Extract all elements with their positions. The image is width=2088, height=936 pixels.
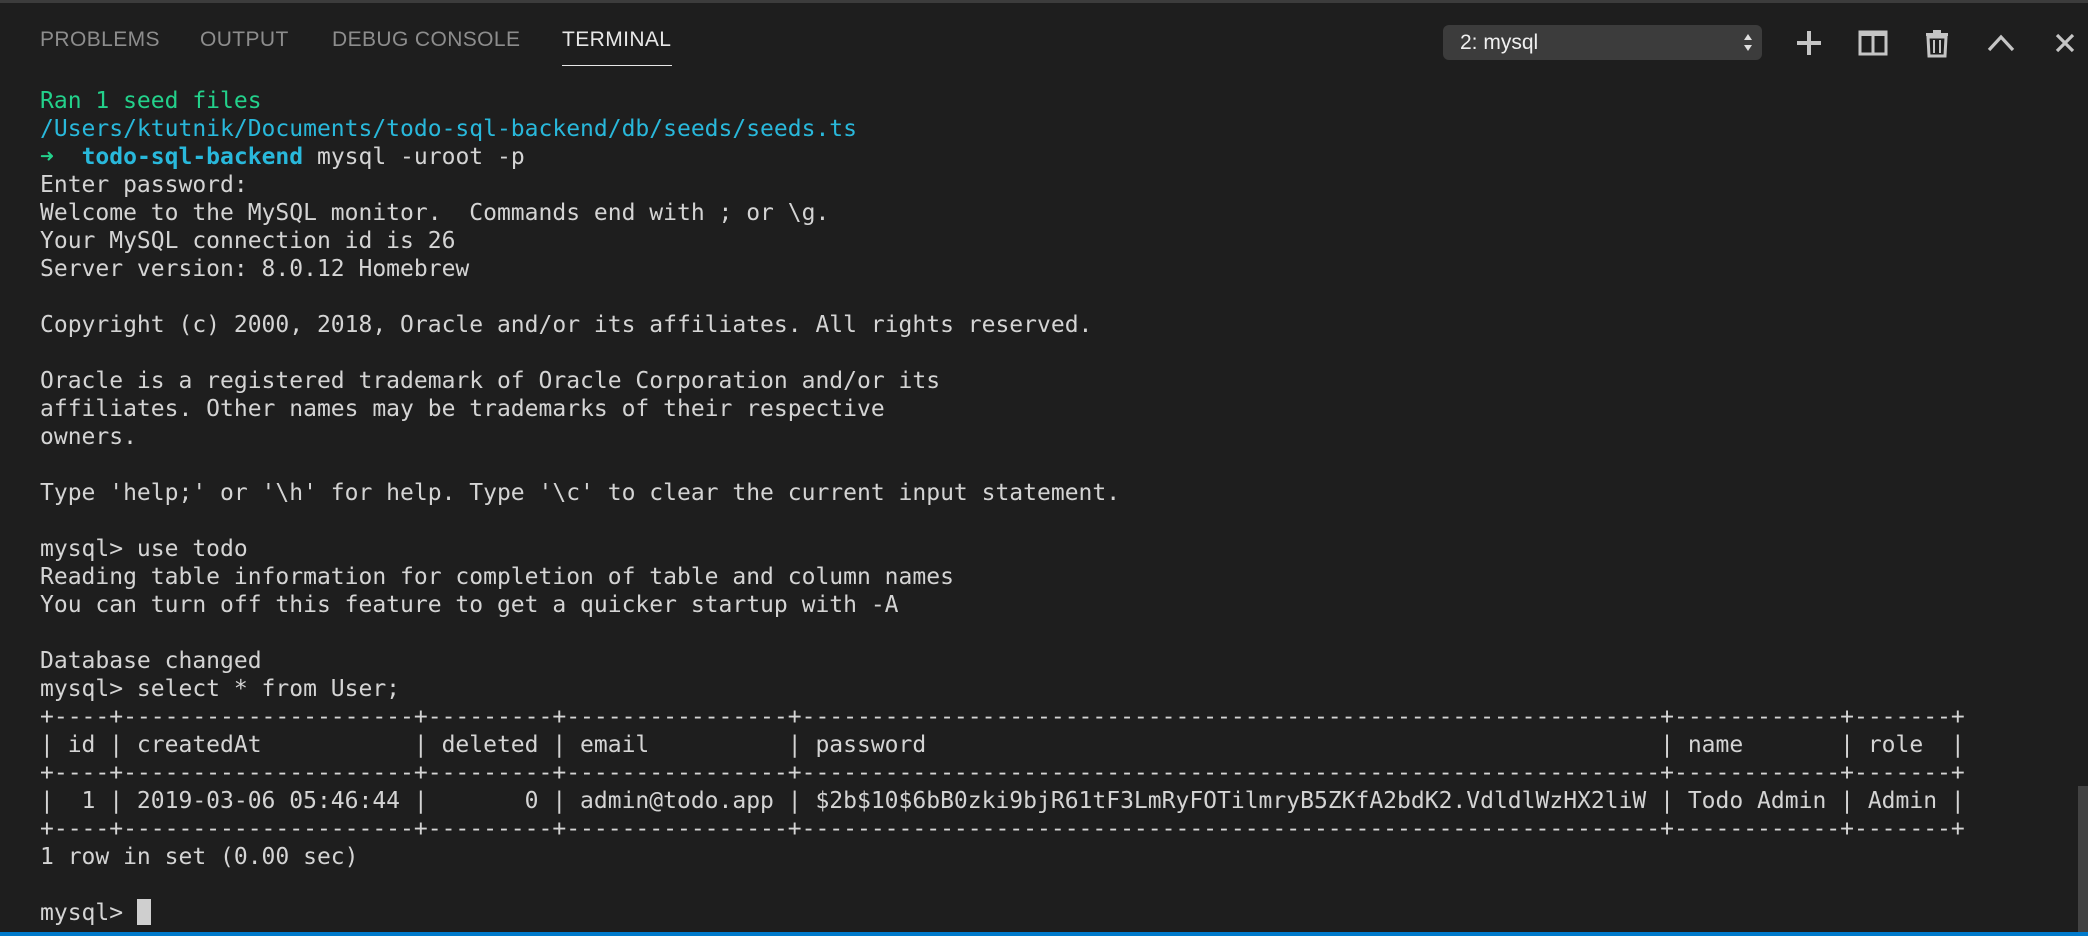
mysql-prompt: mysql>: [40, 900, 137, 926]
prompt-directory: todo-sql-backend: [81, 144, 304, 170]
tab-output[interactable]: OUTPUT: [200, 25, 289, 55]
chevron-up-icon: [1987, 34, 2015, 52]
terminal-select[interactable]: 2: mysql: [1443, 25, 1762, 60]
split-icon: [1858, 30, 1888, 56]
table-border-line: +----+---------------------+---------+--…: [40, 760, 1965, 786]
kill-terminal-button[interactable]: [1920, 25, 1954, 61]
active-tab-indicator: [562, 65, 672, 66]
terminal-line: owners.: [40, 424, 137, 450]
tab-problems[interactable]: PROBLEMS: [40, 25, 160, 55]
terminal-line: Server version: 8.0.12 Homebrew: [40, 256, 470, 282]
terminal-line: mysql> select * from User;: [40, 676, 401, 702]
terminal-line: Enter password:: [40, 172, 248, 198]
tab-terminal[interactable]: TERMINAL: [562, 25, 671, 55]
terminal-scrollbar[interactable]: [2078, 786, 2088, 932]
close-icon: [2055, 33, 2075, 53]
plus-icon: [1797, 31, 1821, 55]
table-row: | 1 | 2019-03-06 05:46:44 | 0 | admin@to…: [40, 788, 1965, 814]
close-panel-button[interactable]: [2048, 25, 2082, 61]
table-border-line: +----+---------------------+---------+--…: [40, 704, 1965, 730]
terminal-line: affiliates. Other names may be trademark…: [40, 396, 885, 422]
terminal-output[interactable]: Ran 1 seed files /Users/ktutnik/Document…: [40, 87, 2060, 932]
terminal-line: You can turn off this feature to get a q…: [40, 592, 899, 618]
prompt-arrow: ➜: [40, 144, 54, 170]
panel-header: PROBLEMS OUTPUT DEBUG CONSOLE TERMINAL 2…: [0, 3, 2088, 66]
terminal-line: Copyright (c) 2000, 2018, Oracle and/or …: [40, 312, 1093, 338]
terminal-line: 1 row in set (0.00 sec): [40, 844, 359, 870]
status-bar-edge: [0, 932, 2088, 936]
new-terminal-button[interactable]: [1792, 25, 1826, 61]
terminal-line: Ran 1 seed files: [40, 88, 262, 114]
split-terminal-button[interactable]: [1856, 25, 1890, 61]
table-border-line: +----+---------------------+---------+--…: [40, 816, 1965, 842]
terminal-cursor: [136, 899, 151, 925]
terminal-line: Database changed: [40, 648, 262, 674]
terminal-select-value: 2: mysql: [1460, 31, 1539, 54]
terminal-line: Reading table information for completion…: [40, 564, 954, 590]
terminal-line: Oracle is a registered trademark of Orac…: [40, 368, 941, 394]
terminal-line: mysql> use todo: [40, 536, 248, 562]
terminal-line: Welcome to the MySQL monitor. Commands e…: [40, 200, 830, 226]
select-arrows-icon: [1742, 25, 1754, 60]
terminal-line: Your MySQL connection id is 26: [40, 228, 456, 254]
terminal-line: Type 'help;' or '\h' for help. Type '\c'…: [40, 480, 1121, 506]
prompt-command: mysql -uroot -p: [303, 144, 525, 170]
trash-icon: [1926, 30, 1948, 58]
terminal-line: /Users/ktutnik/Documents/todo-sql-backen…: [40, 116, 857, 142]
maximize-panel-button[interactable]: [1984, 25, 2018, 61]
table-header-row: | id | createdAt | deleted | email | pas…: [40, 732, 1965, 758]
tab-debug-console[interactable]: DEBUG CONSOLE: [332, 25, 520, 55]
terminal-prompt-line: ➜ todo-sql-backend mysql -uroot -p: [40, 143, 2060, 171]
terminal-input-line[interactable]: mysql>: [40, 899, 2060, 927]
